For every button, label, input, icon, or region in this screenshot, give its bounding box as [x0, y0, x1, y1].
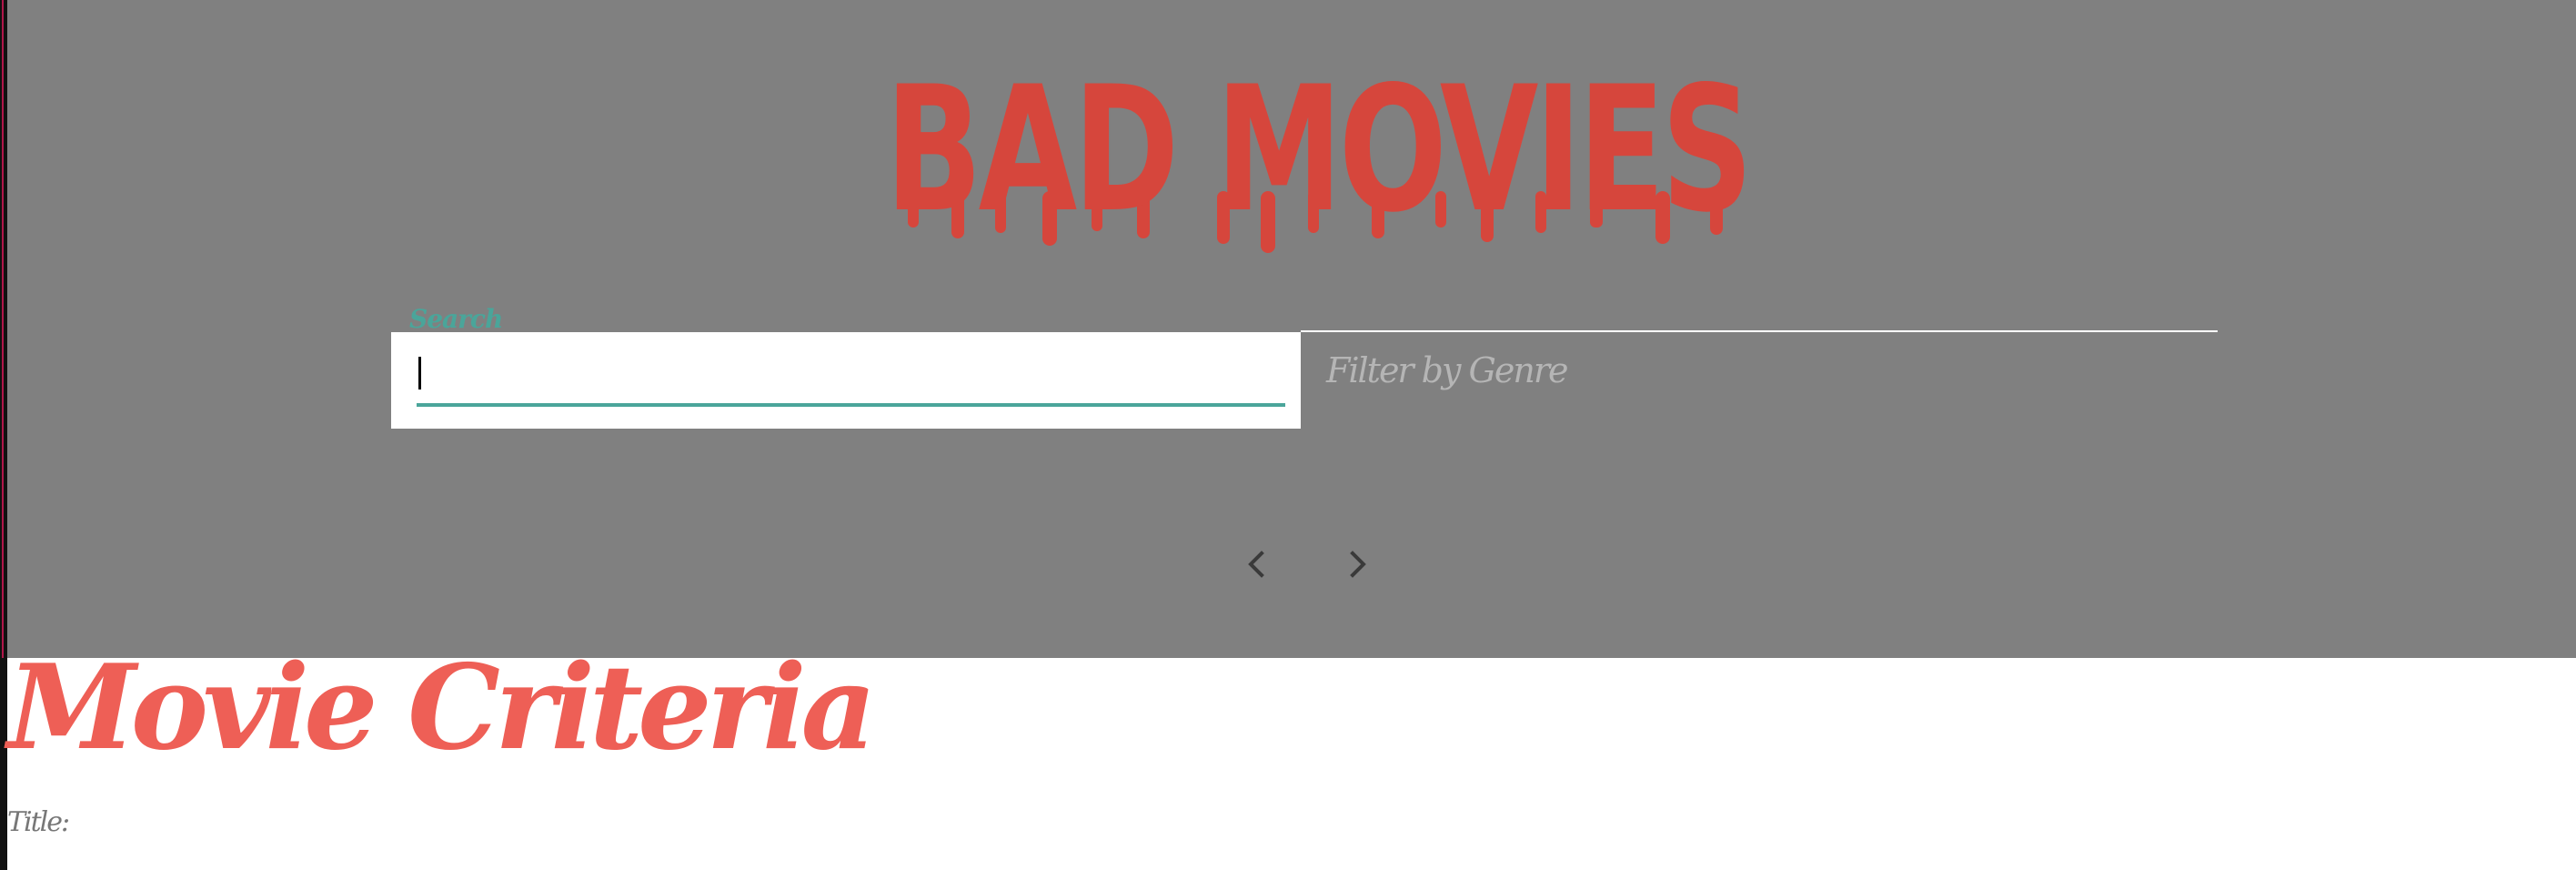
search-input[interactable] — [417, 350, 1285, 407]
genre-filter-underline — [1301, 330, 2218, 332]
next-page-button[interactable] — [1335, 542, 1379, 586]
bad-movies-logo: BAD MOVIES — [880, 55, 1754, 255]
page-header: BAD MOVIES — [7, 0, 2576, 658]
window-left-edge — [0, 0, 7, 870]
logo-text: BAD MOVIES — [885, 55, 1749, 250]
title-field-label: Title: — [7, 806, 70, 838]
search-floating-label: Search — [409, 304, 503, 334]
previous-page-button[interactable] — [1235, 542, 1279, 586]
movie-criteria-heading: Movie Criteria — [7, 640, 877, 776]
chevron-right-icon — [1350, 551, 1366, 578]
chevron-left-icon — [1248, 551, 1264, 578]
text-caret — [418, 357, 421, 389]
genre-filter-placeholder: Filter by Genre — [1326, 350, 1569, 390]
